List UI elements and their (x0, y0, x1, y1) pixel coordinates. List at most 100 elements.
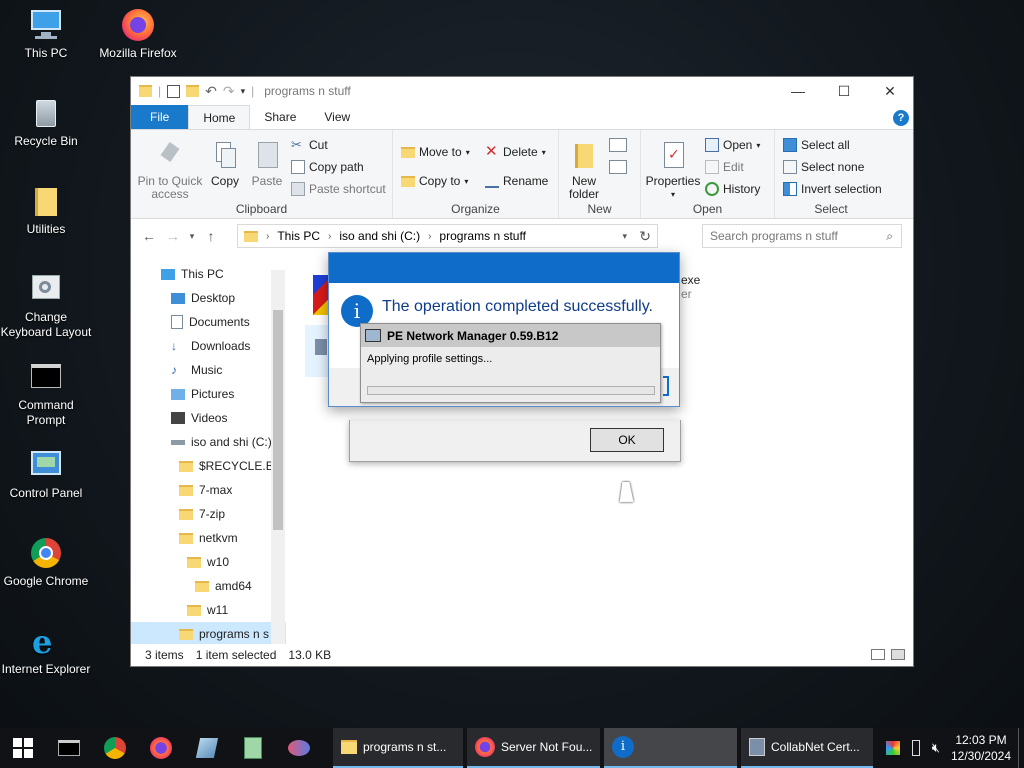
new-item-icon[interactable] (609, 138, 627, 152)
details-view-icon[interactable] (871, 649, 885, 660)
tab-view[interactable]: View (310, 105, 364, 129)
large-icons-view-icon[interactable] (891, 649, 905, 660)
select-none-button[interactable]: Select none (783, 160, 864, 174)
taskbar-command-prompt[interactable] (46, 728, 92, 768)
file-item-installer[interactable] (305, 325, 329, 377)
nav-folder-amd64[interactable]: amd64 (131, 574, 286, 598)
properties-icon[interactable] (167, 84, 181, 98)
nav-folder-recycle-bin[interactable]: $RECYCLE.BIN (131, 454, 286, 478)
taskbar-window-firefox[interactable]: Server Not Fou... (467, 728, 600, 768)
tab-file[interactable]: File (131, 105, 189, 129)
nav-folder-w10[interactable]: w10 (131, 550, 286, 574)
history-button[interactable]: History (705, 182, 760, 196)
show-desktop-button[interactable] (1018, 728, 1024, 768)
up-button[interactable]: ↑ (199, 228, 223, 244)
nav-label: This PC (181, 267, 224, 281)
nav-desktop[interactable]: Desktop (131, 286, 286, 310)
taskbar-notepad-app[interactable] (230, 728, 276, 768)
invert-selection-button[interactable]: Invert selection (783, 182, 882, 196)
recent-locations-button[interactable]: ▾ (185, 231, 199, 242)
nav-music[interactable]: ♪ Music (131, 358, 286, 382)
scrollbar-thumb[interactable] (273, 310, 283, 530)
tab-share[interactable]: Share (250, 105, 310, 129)
desktop-icon-google-chrome[interactable]: Google Chrome (0, 536, 92, 589)
taskbar-window-explorer[interactable]: programs n st... (333, 728, 463, 768)
customize-toolbar-icon[interactable]: ▾ (241, 86, 246, 97)
copy-path-button[interactable]: Copy path (291, 160, 364, 174)
breadcrumb-drive[interactable]: iso and shi (C:) (339, 229, 420, 243)
desktop-icon-label: This PC (24, 46, 68, 60)
paste-shortcut-button[interactable]: Paste shortcut (291, 182, 386, 196)
nav-folder-7-zip[interactable]: 7-zip (131, 502, 286, 526)
address-bar[interactable]: › This PC › iso and shi (C:) › programs … (237, 224, 658, 248)
help-icon[interactable]: ? (893, 110, 909, 126)
select-all-label: Select all (801, 138, 850, 152)
taskbar-app-swirl[interactable] (276, 728, 322, 768)
desktop-icon-this-pc[interactable]: This PC (0, 8, 92, 61)
pin-to-quick-access-button[interactable]: Pin to Quick access (137, 140, 203, 201)
open-group: ✓ Properties ▾ Open ▾ Edit History Open (641, 130, 775, 218)
taskbar-window-info-dialog[interactable]: i (604, 728, 737, 768)
paste-button[interactable]: Paste (247, 140, 287, 188)
nav-drive-c[interactable]: iso and shi (C:) (131, 430, 286, 454)
desktop-icon-change-keyboard-layout[interactable]: Change Keyboard Layout (0, 272, 92, 340)
nav-folder-netkvm[interactable]: netkvm (131, 526, 286, 550)
volume-muted-icon[interactable]: 🔇︎ (932, 740, 940, 756)
refresh-icon[interactable]: ↻ (639, 228, 651, 245)
taskbar-chrome[interactable] (92, 728, 138, 768)
minimize-button[interactable]: — (775, 77, 821, 105)
copy-button[interactable]: Copy (205, 140, 245, 188)
maximize-button[interactable]: ☐ (821, 77, 867, 105)
nav-downloads[interactable]: ↓ Downloads (131, 334, 286, 358)
taskbar-firefox[interactable] (138, 728, 184, 768)
delete-button[interactable]: ✕ Delete ▾ (485, 144, 546, 159)
ok-button[interactable]: OK (590, 428, 664, 452)
desktop-icon-control-panel[interactable]: Control Panel (0, 448, 92, 501)
tab-home[interactable]: Home (188, 105, 251, 129)
desktop-icon-firefox[interactable]: Mozilla Firefox (92, 8, 184, 61)
redo-icon[interactable]: ↷ (223, 83, 235, 100)
nav-folder-programs-n-stuff[interactable]: programs n s (131, 622, 286, 644)
nav-this-pc[interactable]: This PC (131, 262, 286, 286)
nav-documents[interactable]: Documents (131, 310, 286, 334)
taskbar-window-collabnet[interactable]: CollabNet Cert... (741, 728, 873, 768)
properties-button[interactable]: ✓ Properties ▾ (645, 140, 701, 201)
move-to-button[interactable]: Move to ▾ (401, 145, 470, 159)
copy-to-button[interactable]: Copy to ▾ (401, 174, 468, 188)
nav-videos[interactable]: Videos (131, 406, 286, 430)
open-button[interactable]: Open ▾ (705, 138, 760, 152)
clock[interactable]: 12:03 PM 12/30/2024 (944, 732, 1018, 764)
desktop-icon-utilities[interactable]: Utilities (0, 184, 92, 237)
breadcrumb-this-pc[interactable]: This PC (277, 229, 320, 243)
desktop-icon-internet-explorer[interactable]: e Internet Explorer (0, 624, 92, 677)
desktop-icon-command-prompt[interactable]: Command Prompt (0, 360, 92, 428)
easy-access-icon[interactable] (609, 160, 627, 174)
breadcrumb-folder[interactable]: programs n stuff (439, 229, 525, 243)
nav-pictures[interactable]: Pictures (131, 382, 286, 406)
downloads-icon: ↓ (171, 339, 177, 353)
select-all-button[interactable]: Select all (783, 138, 850, 152)
search-input[interactable]: Search programs n stuff ⌕ (702, 224, 902, 248)
nav-folder-7-max[interactable]: 7-max (131, 478, 286, 502)
nav-label: w11 (207, 603, 229, 617)
edit-button[interactable]: Edit (705, 160, 744, 174)
desktop-icon-recycle-bin[interactable]: Recycle Bin (0, 96, 92, 149)
back-button[interactable]: ← (137, 228, 161, 244)
new-folder-button[interactable]: New folder (563, 140, 605, 201)
start-button[interactable] (0, 728, 46, 768)
usb-tray-icon[interactable] (911, 740, 920, 756)
taskbar-app-blue[interactable] (184, 728, 230, 768)
group-label: Clipboard (235, 202, 288, 216)
nav-scrollbar[interactable] (271, 270, 285, 644)
forward-button[interactable]: → (161, 228, 185, 244)
undo-icon[interactable]: ↶ (205, 83, 217, 100)
chevron-down-icon[interactable]: ▾ (622, 231, 627, 242)
new-folder-icon[interactable] (186, 85, 200, 97)
chevron-down-icon: ▾ (464, 176, 469, 186)
rename-button[interactable]: Rename (485, 174, 548, 188)
nav-folder-w11[interactable]: w11 (131, 598, 286, 622)
select-none-label: Select none (801, 160, 865, 174)
color-app-tray-icon[interactable] (885, 741, 900, 755)
cut-button[interactable]: ✂ Cut (291, 138, 328, 153)
close-button[interactable]: ✕ (867, 77, 913, 105)
